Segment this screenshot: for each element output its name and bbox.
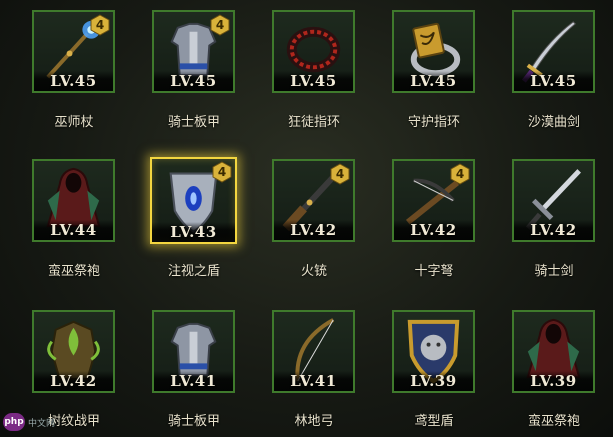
item-slot[interactable]: LV.45	[272, 10, 355, 93]
level-bar: LV.41	[274, 371, 353, 391]
level-bar: LV.45	[154, 71, 233, 91]
level-text: LV.43	[170, 223, 217, 241]
item-slot[interactable]: 4 LV.45	[32, 10, 115, 93]
level-bar: LV.41	[154, 371, 233, 391]
level-text: LV.45	[530, 72, 577, 90]
upgrade-badge: 4	[212, 161, 232, 183]
item-name: 沙漠曲剑	[527, 115, 580, 130]
item-name: 骑士板甲	[167, 115, 220, 130]
item-slot[interactable]: LV.39	[392, 310, 475, 393]
equipment-grid: 4 LV.45 巫师杖 4 LV.45 骑士板甲 LV.45 狂徒指环 LV.4…	[0, 0, 613, 437]
level-bar: LV.42	[394, 220, 473, 240]
item-name: 注视之盾	[167, 264, 220, 279]
item-slot[interactable]: 4 LV.42	[272, 159, 355, 242]
item-name: 巫师杖	[54, 115, 94, 130]
item-name: 骑士板甲	[167, 414, 220, 429]
item-name: 十字弩	[414, 264, 454, 279]
level-text: LV.41	[290, 372, 337, 390]
item-name: 骑士剑	[534, 264, 574, 279]
item-slot[interactable]: LV.42	[32, 310, 115, 393]
level-text: LV.45	[290, 72, 337, 90]
level-bar: LV.45	[514, 71, 593, 91]
level-bar: LV.44	[34, 220, 113, 240]
level-text: LV.45	[170, 72, 217, 90]
level-bar: LV.39	[514, 371, 593, 391]
level-bar: LV.45	[274, 71, 353, 91]
item-name: 蛮巫祭袍	[527, 414, 580, 429]
level-text: LV.42	[410, 221, 457, 239]
item-slot[interactable]: LV.41	[152, 310, 235, 393]
level-bar: LV.42	[34, 371, 113, 391]
upgrade-badge: 4	[90, 14, 110, 36]
level-text: LV.45	[410, 72, 457, 90]
item-name: 守护指环	[407, 115, 460, 130]
item-slot[interactable]: 4 LV.45	[152, 10, 235, 93]
item-name: 蛮巫祭袍	[47, 264, 100, 279]
upgrade-badge: 4	[450, 163, 470, 185]
level-text: LV.39	[530, 372, 577, 390]
level-text: LV.42	[290, 221, 337, 239]
level-bar: LV.42	[274, 220, 353, 240]
level-text: LV.45	[50, 72, 97, 90]
level-bar: LV.43	[152, 222, 235, 242]
item-slot[interactable]: LV.45	[512, 10, 595, 93]
item-name: 狂徒指环	[287, 115, 340, 130]
level-text: LV.39	[410, 372, 457, 390]
level-bar: LV.39	[394, 371, 473, 391]
level-text: LV.42	[530, 221, 577, 239]
upgrade-badge: 4	[330, 163, 350, 185]
item-slot[interactable]: LV.45	[392, 10, 475, 93]
level-text: LV.44	[50, 221, 97, 239]
item-slot[interactable]: LV.44	[32, 159, 115, 242]
watermark-site: 中文网	[28, 419, 56, 429]
level-bar: LV.45	[34, 71, 113, 91]
level-text: LV.42	[50, 372, 97, 390]
item-slot[interactable]: 4 LV.42	[392, 159, 475, 242]
item-slot[interactable]: LV.42	[512, 159, 595, 242]
level-text: LV.41	[170, 372, 217, 390]
item-slot[interactable]: LV.39	[512, 310, 595, 393]
item-slot[interactable]: LV.41	[272, 310, 355, 393]
upgrade-badge: 4	[210, 14, 230, 36]
item-slot-selected[interactable]: 4 LV.43	[150, 157, 237, 244]
item-name: 鸢型盾	[414, 414, 454, 429]
item-name: 火铳	[300, 264, 327, 279]
watermark-logo: php	[3, 413, 25, 431]
level-bar: LV.45	[394, 71, 473, 91]
item-name: 林地弓	[294, 414, 334, 429]
level-bar: LV.42	[514, 220, 593, 240]
